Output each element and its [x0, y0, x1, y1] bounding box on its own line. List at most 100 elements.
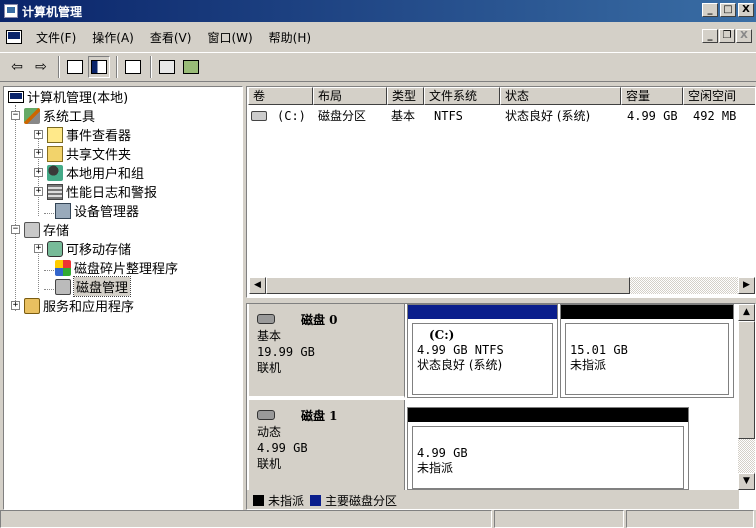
tree-item-shared-folders[interactable]: + 共享文件夹	[34, 144, 131, 163]
system-tools-icon	[24, 107, 40, 124]
forward-button[interactable]: ⇨	[30, 56, 52, 78]
horizontal-scroll-track[interactable]	[630, 277, 738, 294]
volume-list: 卷 布局 类型 文件系统 状态 容量 空闲空间 (C:) 磁盘分区 基本 NTF…	[246, 86, 756, 298]
partition-c[interactable]: (C:) 4.99 GB NTFS 状态良好 (系统)	[407, 304, 558, 398]
tree-pane-icon	[91, 60, 107, 74]
tree-item-event-viewer[interactable]: + 事件查看器	[34, 125, 131, 144]
back-button[interactable]: ⇦	[6, 56, 28, 78]
properties-button[interactable]	[122, 56, 144, 78]
show-tree-button[interactable]	[88, 56, 110, 78]
refresh-button[interactable]	[156, 56, 178, 78]
tree-item-disk-management[interactable]: 磁盘管理	[55, 276, 132, 297]
unallocated-disk-1-body: 4.99 GB 未指派	[412, 426, 684, 489]
menu-file[interactable]: 文件(F)	[28, 29, 84, 46]
tree-label-device-manager: 设备管理器	[74, 205, 140, 220]
unallocated-disk-0[interactable]: 15.01 GB 未指派	[560, 304, 734, 398]
export-icon	[183, 60, 199, 74]
tree-label-removable-storage: 可移动存储	[66, 243, 132, 258]
cell-volume: (C:)	[277, 109, 306, 123]
column-header-free-space[interactable]: 空闲空间	[683, 87, 755, 105]
tree-item-removable-storage[interactable]: + 可移动存储	[34, 239, 131, 258]
cell-capacity: 4.99 GB	[627, 109, 678, 123]
menu-help[interactable]: 帮助(H)	[261, 29, 319, 46]
menu-view[interactable]: 查看(V)	[142, 29, 200, 46]
horizontal-scrollbar[interactable]: ◀ ▶	[249, 277, 755, 294]
disk-0-type: 基本	[257, 329, 282, 343]
column-header-layout[interactable]: 布局	[313, 87, 387, 105]
legend: 未指派 主要磁盘分区	[247, 490, 739, 509]
child-minimize-button[interactable]: _	[702, 29, 718, 43]
expand-toggle[interactable]: +	[11, 301, 20, 310]
tree-item-defrag[interactable]: 磁盘碎片整理程序	[55, 258, 178, 277]
expand-toggle[interactable]: +	[34, 149, 43, 158]
disk-1-name: 磁盘 1	[301, 408, 338, 423]
window-title: 计算机管理	[22, 4, 83, 19]
disk-0-name: 磁盘 0	[301, 312, 338, 327]
removable-storage-icon	[47, 240, 63, 257]
close-button[interactable]: X	[738, 3, 754, 17]
column-header-capacity[interactable]: 容量	[621, 87, 683, 105]
unallocated-disk-0-size: 15.01 GB	[570, 343, 628, 357]
disk-1-info[interactable]: 磁盘 1 动态 4.99 GB 联机	[249, 400, 405, 490]
tree-item-storage[interactable]: − 存储	[11, 220, 69, 239]
partition-c-body: (C:) 4.99 GB NTFS 状态良好 (系统)	[412, 323, 553, 395]
unallocated-disk-1[interactable]: 4.99 GB 未指派	[407, 407, 689, 490]
vertical-scrollbar[interactable]: ▲ ▼	[738, 304, 755, 490]
legend-swatch-unallocated	[253, 494, 264, 506]
menu-window[interactable]: 窗口(W)	[199, 29, 260, 46]
scroll-up-button[interactable]: ▲	[738, 304, 755, 321]
minimize-button[interactable]: _	[702, 3, 718, 17]
users-icon	[47, 164, 63, 181]
unallocated-disk-0-body: 15.01 GB 未指派	[565, 323, 729, 395]
expand-toggle[interactable]: +	[34, 244, 43, 253]
column-header-filesystem[interactable]: 文件系统	[424, 87, 500, 105]
menu-action[interactable]: 操作(A)	[84, 29, 142, 46]
expand-toggle[interactable]: +	[34, 130, 43, 139]
scroll-down-button[interactable]: ▼	[738, 473, 755, 490]
scroll-right-button[interactable]: ▶	[738, 277, 755, 294]
status-pane-2	[494, 510, 624, 528]
disk-0-info[interactable]: 磁盘 0 基本 19.99 GB 联机	[249, 304, 405, 398]
export-list-button[interactable]	[180, 56, 202, 78]
expand-toggle[interactable]: +	[34, 187, 43, 196]
collapse-toggle[interactable]: −	[11, 111, 20, 120]
partition-c-size: 4.99 GB NTFS	[417, 343, 504, 357]
child-restore-button[interactable]: ❐	[719, 29, 735, 43]
scroll-left-button[interactable]: ◀	[249, 277, 266, 294]
tree-item-perf-logs[interactable]: + 性能日志和警报	[34, 182, 157, 201]
column-header-volume[interactable]: 卷	[248, 87, 313, 105]
event-viewer-icon	[47, 126, 63, 143]
tree-item-services-apps[interactable]: + 服务和应用程序	[11, 296, 134, 315]
tree-line	[15, 115, 16, 311]
cell-type: 基本	[391, 109, 416, 123]
vertical-scroll-track[interactable]	[738, 439, 755, 473]
column-header-status[interactable]: 状态	[500, 87, 621, 105]
partition-c-label: (C:)	[429, 328, 455, 342]
up-level-button[interactable]	[64, 56, 86, 78]
legend-label-unallocated: 未指派	[268, 493, 305, 508]
expand-toggle[interactable]: +	[34, 168, 43, 177]
horizontal-scroll-thumb[interactable]	[266, 277, 630, 294]
disk-0-size: 19.99 GB	[257, 345, 315, 359]
disk-management-icon	[55, 278, 71, 295]
unallocated-disk-1-status: 未指派	[417, 461, 454, 475]
details-pane: 卷 布局 类型 文件系统 状态 容量 空闲空间 (C:) 磁盘分区 基本 NTF…	[246, 86, 756, 510]
maximize-button[interactable]: □	[720, 3, 736, 17]
performance-icon	[47, 183, 63, 200]
tree-item-local-users[interactable]: + 本地用户和组	[34, 163, 144, 182]
tree-item-root[interactable]: 计算机管理(本地)	[8, 87, 128, 106]
console-icon[interactable]	[6, 30, 22, 44]
legend-item-unallocated: 未指派	[253, 492, 304, 509]
tree-item-device-manager[interactable]: 设备管理器	[55, 201, 139, 220]
collapse-toggle[interactable]: −	[11, 225, 20, 234]
partition-c-status: 状态良好 (系统)	[417, 358, 503, 372]
legend-label-primary: 主要磁盘分区	[325, 493, 398, 508]
menu-bar: 文件(F) 操作(A) 查看(V) 窗口(W) 帮助(H) _ ❐ X	[0, 24, 756, 50]
tree-label-system-tools: 系统工具	[43, 110, 96, 125]
disk-1-state: 联机	[257, 457, 282, 471]
computer-icon	[8, 90, 24, 103]
child-close-button[interactable]: X	[736, 29, 752, 43]
vertical-scroll-thumb[interactable]	[738, 321, 755, 439]
tree-item-system-tools[interactable]: − 系统工具	[11, 106, 95, 125]
column-header-type[interactable]: 类型	[387, 87, 424, 105]
